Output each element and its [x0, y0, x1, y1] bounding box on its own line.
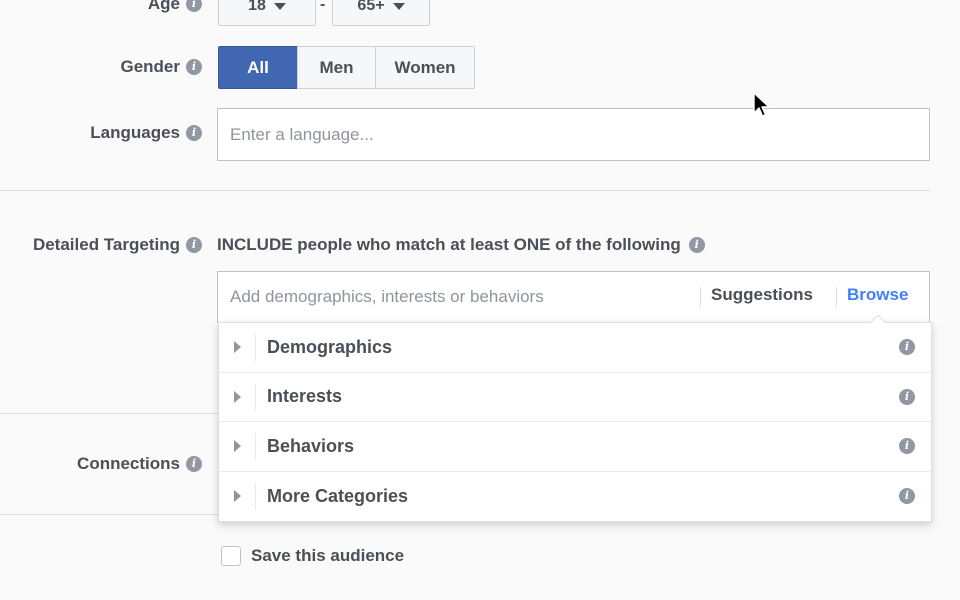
info-icon[interactable]: i	[899, 488, 915, 505]
category-separator	[255, 433, 256, 460]
info-icon[interactable]: i	[186, 59, 202, 75]
age-max-select[interactable]: 65+	[332, 0, 430, 26]
gender-men-button[interactable]: Men	[297, 46, 376, 89]
detailed-targeting-label-text: Detailed Targeting	[32, 235, 180, 254]
include-description-text: INCLUDE people who match at least ONE of…	[217, 235, 681, 254]
include-description: INCLUDE people who match at least ONE of…	[217, 235, 705, 255]
category-separator	[255, 334, 256, 361]
category-label: Demographics	[267, 336, 393, 357]
section-divider	[0, 190, 930, 191]
targeting-search-input[interactable]: Add demographics, interests or behaviors	[217, 271, 930, 323]
detailed-targeting-label: Detailed Targeting i	[33, 235, 202, 255]
language-input[interactable]: Enter a language...	[217, 108, 930, 161]
suggestions-divider	[700, 287, 701, 307]
category-label: Behaviors	[267, 435, 355, 456]
info-icon[interactable]: i	[899, 438, 915, 455]
section-divider	[0, 413, 218, 414]
info-icon[interactable]: i	[899, 388, 915, 405]
age-label-text: Age	[147, 0, 180, 13]
gender-women-button[interactable]: Women	[375, 46, 475, 89]
browse-dropdown: Demographics i Interests i Behaviors i M…	[218, 315, 932, 522]
age-max-value: 65+	[357, 0, 385, 14]
languages-label: Languages i	[90, 123, 202, 143]
chevron-down-icon	[392, 2, 405, 10]
category-label: More Categories	[267, 485, 409, 506]
section-divider	[0, 514, 218, 515]
targeting-search-placeholder: Add demographics, interests or behaviors	[230, 287, 544, 306]
age-min-value: 18	[248, 0, 266, 14]
category-behaviors[interactable]: Behaviors i	[219, 422, 931, 472]
info-icon[interactable]: i	[899, 339, 915, 356]
chevron-right-icon[interactable]	[234, 390, 241, 403]
save-audience-label[interactable]: Save this audience	[251, 546, 404, 566]
chevron-right-icon[interactable]	[234, 341, 241, 354]
browse-link[interactable]: Browse	[847, 285, 908, 305]
chevron-right-icon[interactable]	[234, 440, 241, 453]
info-icon[interactable]: i	[186, 237, 202, 253]
connections-label-text: Connections	[77, 454, 180, 473]
chevron-right-icon[interactable]	[234, 490, 241, 503]
age-min-select[interactable]: 18	[218, 0, 316, 26]
connections-label: Connections i	[77, 454, 202, 474]
chevron-down-icon	[273, 2, 286, 10]
category-interests[interactable]: Interests i	[219, 373, 931, 422]
category-label: Interests	[267, 386, 343, 407]
gender-label-text: Gender	[120, 57, 180, 76]
info-icon[interactable]: i	[186, 125, 202, 141]
suggestions-link[interactable]: Suggestions	[711, 285, 813, 305]
category-separator	[255, 482, 256, 510]
language-input-placeholder: Enter a language...	[230, 124, 374, 144]
age-separator: -	[320, 0, 326, 13]
gender-label: Gender i	[120, 57, 202, 77]
browse-divider	[836, 287, 837, 307]
info-icon[interactable]: i	[688, 237, 705, 253]
category-separator	[255, 383, 256, 411]
info-icon[interactable]: i	[186, 0, 202, 12]
age-label: Age i	[148, 0, 202, 14]
save-audience-checkbox[interactable]	[221, 546, 241, 566]
gender-all-button[interactable]: All	[218, 46, 298, 89]
mouse-pointer-icon	[753, 92, 770, 117]
category-demographics[interactable]: Demographics i	[219, 323, 931, 373]
languages-label-text: Languages	[90, 123, 180, 142]
info-icon[interactable]: i	[186, 456, 202, 472]
category-more-categories[interactable]: More Categories i	[219, 472, 931, 522]
